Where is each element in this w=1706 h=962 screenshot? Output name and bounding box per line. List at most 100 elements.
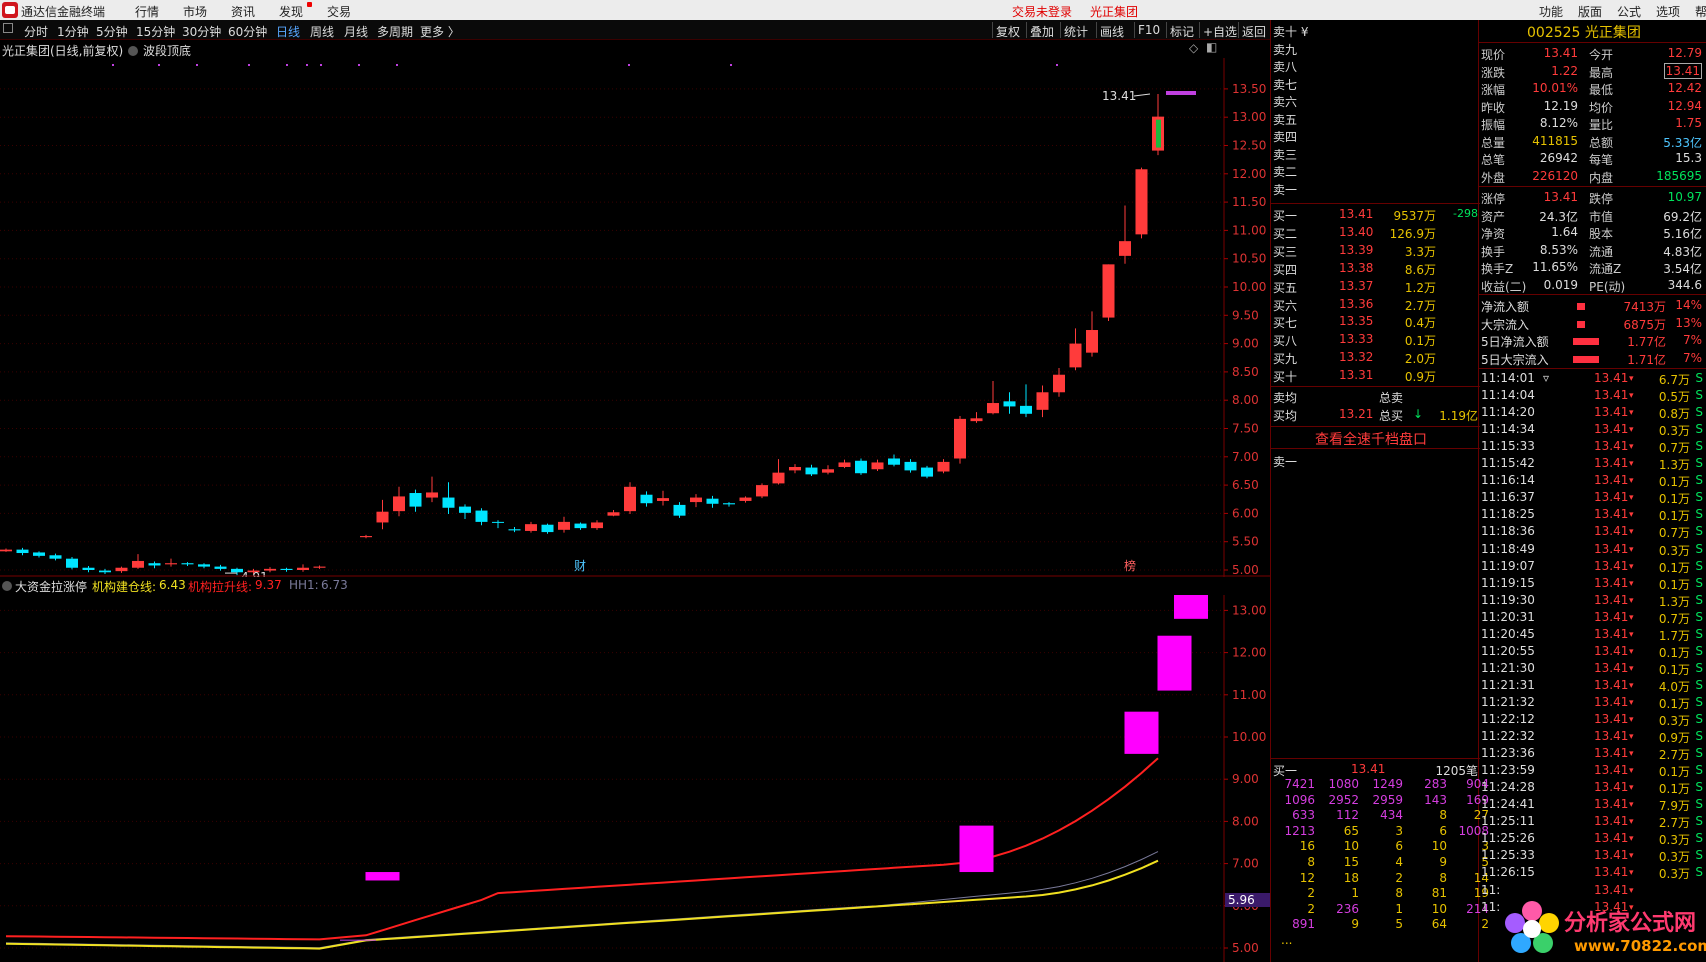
candle[interactable] (376, 499, 389, 530)
candle[interactable] (426, 476, 438, 503)
candle[interactable] (0, 548, 12, 552)
tool-button-7[interactable]: 返回 (1242, 23, 1266, 40)
candle[interactable] (607, 510, 620, 517)
candle[interactable] (970, 412, 983, 423)
period-tab-5[interactable]: 60分钟 (228, 23, 267, 40)
candle[interactable] (115, 566, 128, 573)
candle[interactable] (409, 489, 422, 512)
candlestick-chart[interactable]: 5.00 5.50 6.00 6.50 7.00 7.50 8.00 8.50 9.00 9.50… (0, 58, 1270, 577)
candle[interactable] (1069, 328, 1082, 371)
candle[interactable] (508, 526, 521, 533)
candle[interactable] (148, 561, 161, 569)
candle[interactable] (313, 565, 326, 569)
candle[interactable] (393, 486, 405, 517)
period-tab-10[interactable]: 更多 〉 (420, 23, 460, 40)
menu-gongshi[interactable]: 公式 (1617, 3, 1641, 20)
period-tab-7[interactable]: 周线 (310, 23, 334, 40)
candle[interactable] (706, 495, 719, 508)
full-depth-link[interactable]: 查看全速千档盘口 (1271, 429, 1480, 448)
candle[interactable] (954, 416, 966, 464)
candle[interactable] (49, 553, 62, 561)
candle[interactable] (132, 554, 144, 569)
indicator-dropdown-icon[interactable] (128, 46, 138, 56)
candle[interactable] (739, 496, 752, 503)
candle[interactable] (33, 551, 45, 558)
candle[interactable] (1086, 311, 1098, 357)
candle[interactable] (657, 490, 669, 506)
candle[interactable] (855, 458, 867, 475)
event-marker[interactable]: 财 (574, 559, 586, 573)
tool-button-3[interactable]: 画线 (1100, 23, 1124, 40)
candle[interactable] (1119, 205, 1131, 264)
candle[interactable] (822, 465, 834, 475)
signal-box[interactable] (365, 872, 400, 881)
candle[interactable] (640, 491, 653, 507)
tool-button-0[interactable]: 复权 (996, 23, 1020, 40)
candle[interactable] (756, 483, 768, 499)
candle[interactable] (198, 563, 210, 569)
indicator-chart[interactable]: 5.006.007.008.009.0010.0011.0012.0013.00… (0, 595, 1270, 962)
candle[interactable] (1135, 167, 1148, 239)
period-tab-3[interactable]: 15分钟 (136, 23, 175, 40)
candle[interactable] (1003, 392, 1016, 414)
login-status[interactable]: 交易未登录 (1012, 3, 1072, 20)
layout-icon[interactable]: ◧ (1206, 40, 1217, 54)
candle[interactable] (558, 516, 570, 533)
indicator-name[interactable]: 大资金拉涨停 (15, 578, 87, 595)
candle[interactable] (937, 459, 950, 474)
candle[interactable] (82, 566, 95, 573)
tool-button-5[interactable]: 标记 (1170, 23, 1194, 40)
candle[interactable] (525, 521, 537, 533)
candle[interactable] (624, 482, 636, 514)
menu-gongneng[interactable]: 功能 (1539, 3, 1563, 20)
signal-box[interactable] (959, 825, 994, 873)
candle[interactable] (904, 459, 917, 473)
candle[interactable] (297, 564, 309, 572)
candle[interactable] (181, 562, 194, 567)
panel-toggle-icon[interactable] (3, 23, 13, 33)
signal-box[interactable] (1124, 711, 1159, 754)
candle[interactable] (805, 464, 818, 477)
tool-button-2[interactable]: 统计 (1064, 23, 1088, 40)
period-tab-0[interactable]: 分时 (24, 23, 48, 40)
period-tab-6[interactable]: 日线 (276, 23, 300, 40)
menu-shichang[interactable]: 市场 (183, 3, 207, 20)
candle[interactable] (673, 502, 686, 518)
candle[interactable] (492, 520, 504, 529)
candle[interactable] (1053, 367, 1065, 397)
candle[interactable] (574, 522, 587, 530)
candle[interactable] (360, 534, 372, 539)
menu-help[interactable]: 帮 (1695, 3, 1706, 20)
period-tab-8[interactable]: 月线 (344, 23, 368, 40)
candle[interactable] (591, 520, 603, 530)
candle[interactable] (475, 508, 488, 526)
menu-hangqing[interactable]: 行情 (135, 3, 159, 20)
candle[interactable] (280, 567, 293, 572)
tool-button-6[interactable]: +自选 (1203, 23, 1237, 40)
period-tab-9[interactable]: 多周期 (377, 23, 413, 40)
candle[interactable] (987, 380, 999, 415)
candle[interactable] (838, 459, 851, 469)
menu-xuanxiang[interactable]: 选项 (1656, 3, 1680, 20)
menu-jiaoyi[interactable]: 交易 (327, 3, 351, 20)
candle[interactable] (871, 459, 884, 471)
tool-button-4[interactable]: F10 (1138, 23, 1160, 37)
candle[interactable] (1102, 264, 1115, 321)
menu-zixun[interactable]: 资讯 (231, 3, 255, 20)
menu-banmian[interactable]: 版面 (1578, 3, 1602, 20)
candle[interactable] (459, 504, 471, 520)
candle[interactable] (1036, 385, 1049, 418)
chart-indicator-name[interactable]: 波段顶底 (143, 42, 191, 59)
candle[interactable] (723, 502, 735, 507)
candle[interactable] (772, 459, 785, 485)
menu-faxian[interactable]: 发现 (279, 3, 303, 20)
candle[interactable] (921, 465, 933, 479)
event-marker[interactable]: 榜 (1124, 558, 1136, 573)
candle[interactable] (442, 482, 455, 514)
candle[interactable] (165, 558, 177, 567)
candle[interactable] (1152, 93, 1164, 156)
indicator-menu-icon[interactable] (2, 581, 12, 591)
candle[interactable] (16, 547, 29, 556)
candle[interactable] (541, 523, 554, 534)
period-tab-1[interactable]: 1分钟 (57, 23, 89, 40)
